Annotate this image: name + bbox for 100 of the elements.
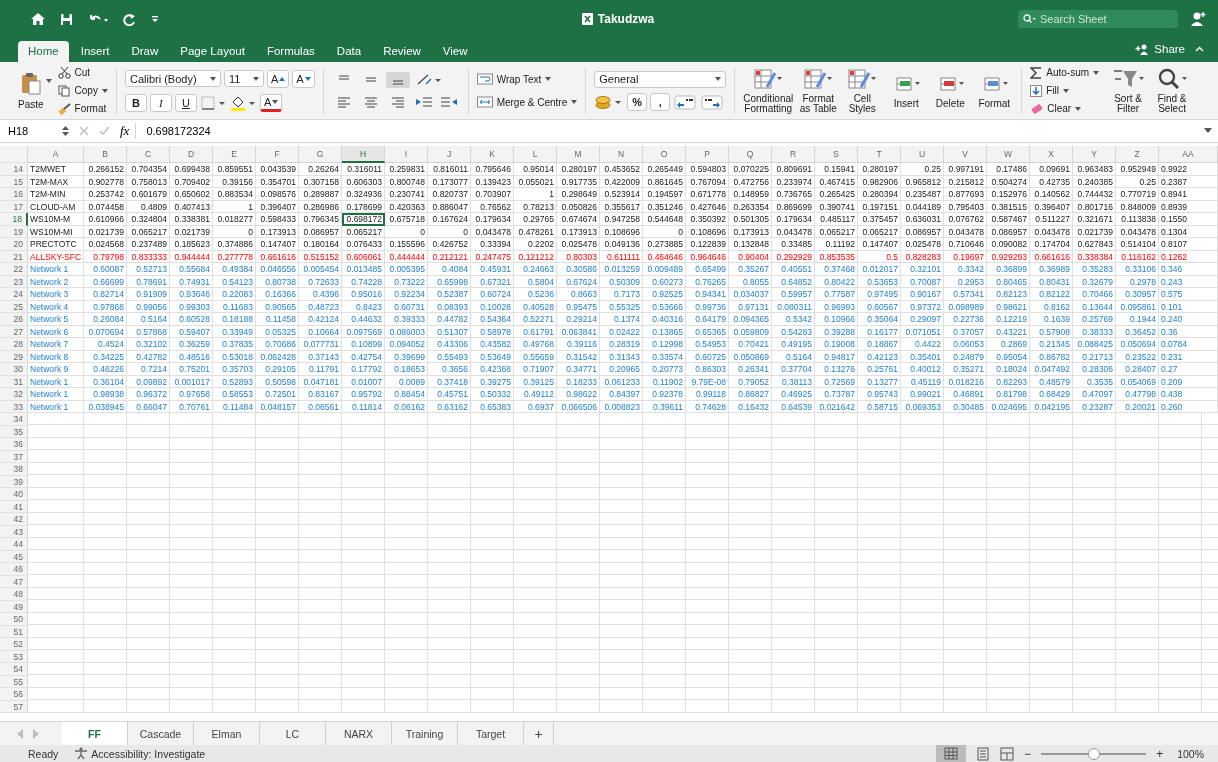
row-number[interactable]: 54 (0, 663, 28, 676)
row-number[interactable]: 34 (0, 413, 28, 426)
column-header[interactable]: K (471, 146, 514, 163)
zoom-in-button[interactable]: + (1156, 746, 1164, 761)
increase-decimal-icon[interactable] (673, 93, 698, 110)
row-number[interactable]: 22 (0, 263, 28, 276)
ribbon-button[interactable]: Cell Styles (843, 67, 882, 114)
ribbon-button[interactable]: Format as Table (799, 67, 838, 114)
wrap-text-button[interactable]: Wrap Text (476, 71, 552, 87)
row-number[interactable]: 16 (0, 188, 28, 201)
style-button[interactable]: I (149, 93, 172, 112)
caret-icon[interactable] (45, 78, 52, 83)
normal-view-icon[interactable] (936, 745, 967, 762)
number-style-button[interactable]: , (650, 92, 671, 111)
column-header[interactable]: N (600, 146, 643, 163)
accessibility-button[interactable]: Accessibility: Investigate (91, 747, 206, 760)
share-button[interactable]: Share (1154, 43, 1185, 55)
row-number[interactable]: 42 (0, 513, 28, 526)
slider-thumb[interactable] (1087, 747, 1100, 760)
copy-button[interactable]: Copy (57, 83, 108, 98)
row-number[interactable]: 20 (0, 238, 28, 251)
column-header[interactable]: H (342, 146, 385, 163)
column-header[interactable]: S (815, 146, 858, 163)
column-header[interactable]: E (213, 146, 256, 163)
paste-button[interactable]: Paste (18, 71, 44, 110)
row-number[interactable]: 36 (0, 438, 28, 451)
style-button[interactable]: B (124, 93, 147, 112)
column-header[interactable]: V (944, 146, 987, 163)
ribbon-tab[interactable]: Formulas (256, 41, 325, 62)
row-number[interactable]: 24 (0, 288, 28, 301)
expand-icon[interactable] (1204, 128, 1212, 134)
column-header[interactable]: O (643, 146, 686, 163)
borders-icon[interactable] (199, 94, 226, 111)
align-lines-icon[interactable] (385, 71, 410, 88)
number-format-dropdown[interactable]: General (594, 70, 727, 88)
ribbon-button[interactable]: Insert (887, 72, 926, 109)
formula-input[interactable]: 0.698172324 (146, 125, 1194, 137)
column-header[interactable]: Y (1073, 146, 1116, 163)
column-header[interactable]: X (1030, 146, 1073, 163)
row-number[interactable]: 56 (0, 688, 28, 701)
column-header[interactable]: T (858, 146, 901, 163)
row-number[interactable]: 48 (0, 588, 28, 601)
row-number[interactable]: 14 (0, 163, 28, 176)
row-number[interactable]: 46 (0, 563, 28, 576)
row-number[interactable]: 50 (0, 613, 28, 626)
row-number[interactable]: 52 (0, 638, 28, 651)
font-name-dropdown[interactable]: Calibri (Body) (124, 70, 221, 87)
autosum-button[interactable]: Auto-sum (1030, 65, 1100, 80)
ribbon-button[interactable]: Sort & Filter (1109, 67, 1148, 114)
fill-color-icon[interactable] (228, 94, 257, 111)
column-header[interactable]: J (428, 146, 471, 163)
format-painter-button[interactable]: Format (57, 101, 108, 116)
redo-icon[interactable] (123, 12, 137, 26)
row-number[interactable]: 32 (0, 388, 28, 401)
ribbon-tab[interactable]: Insert (70, 41, 120, 62)
ribbon-button[interactable]: Delete (931, 72, 970, 109)
column-header[interactable]: C (127, 146, 170, 163)
ribbon-tab[interactable]: Home (18, 41, 69, 62)
empty-cells[interactable] (28, 413, 1218, 713)
column-header[interactable]: L (514, 146, 557, 163)
check-icon[interactable] (99, 126, 110, 136)
column-header[interactable]: A (28, 146, 84, 163)
zoom-out-button[interactable]: − (1024, 746, 1032, 761)
page-break-icon[interactable] (1000, 746, 1015, 761)
ribbon-tab[interactable]: Review (373, 41, 431, 62)
column-header[interactable]: G (299, 146, 342, 163)
number-style-button[interactable]: % (627, 92, 648, 111)
column-header[interactable]: Q (729, 146, 772, 163)
column-header[interactable]: U (901, 146, 944, 163)
stepper-icon[interactable] (62, 125, 69, 137)
font-color-button[interactable]: A (259, 93, 283, 112)
row-number[interactable]: 26 (0, 313, 28, 326)
row-number[interactable]: 30 (0, 363, 28, 376)
column-header[interactable]: Z (1116, 146, 1159, 163)
clear-button[interactable]: Clear (1030, 101, 1082, 116)
row-number[interactable]: 28 (0, 338, 28, 351)
ribbon-button[interactable]: Find & Select (1153, 67, 1192, 114)
decrease-decimal-icon[interactable] (700, 93, 725, 110)
ribbon-tab[interactable]: Draw (121, 41, 169, 62)
person-add-icon[interactable] (1190, 11, 1206, 27)
row-number[interactable]: 40 (0, 488, 28, 501)
column-header[interactable]: P (686, 146, 729, 163)
sheet-tab[interactable]: FF (62, 722, 128, 745)
row-number[interactable]: 44 (0, 538, 28, 551)
style-button[interactable]: U (174, 93, 197, 112)
column-header[interactable]: B (84, 146, 127, 163)
collapse-icon[interactable] (1195, 46, 1204, 52)
grow-font-button[interactable]: A (266, 69, 290, 88)
row-number[interactable]: 38 (0, 463, 28, 476)
column-header[interactable]: I (385, 146, 428, 163)
function-button[interactable]: fx (120, 123, 137, 139)
search-field[interactable]: Search Sheet (1018, 10, 1178, 28)
home-icon[interactable] (30, 12, 46, 26)
ribbon-button[interactable]: Format (975, 72, 1014, 109)
column-header[interactable]: D (170, 146, 213, 163)
ribbon-tab[interactable]: Data (326, 41, 372, 62)
ribbon-button[interactable]: Conditional Formatting (743, 67, 794, 114)
shrink-font-button[interactable]: A (292, 69, 315, 88)
fill-button[interactable]: Fill (1030, 83, 1070, 98)
column-header[interactable]: R (772, 146, 815, 163)
